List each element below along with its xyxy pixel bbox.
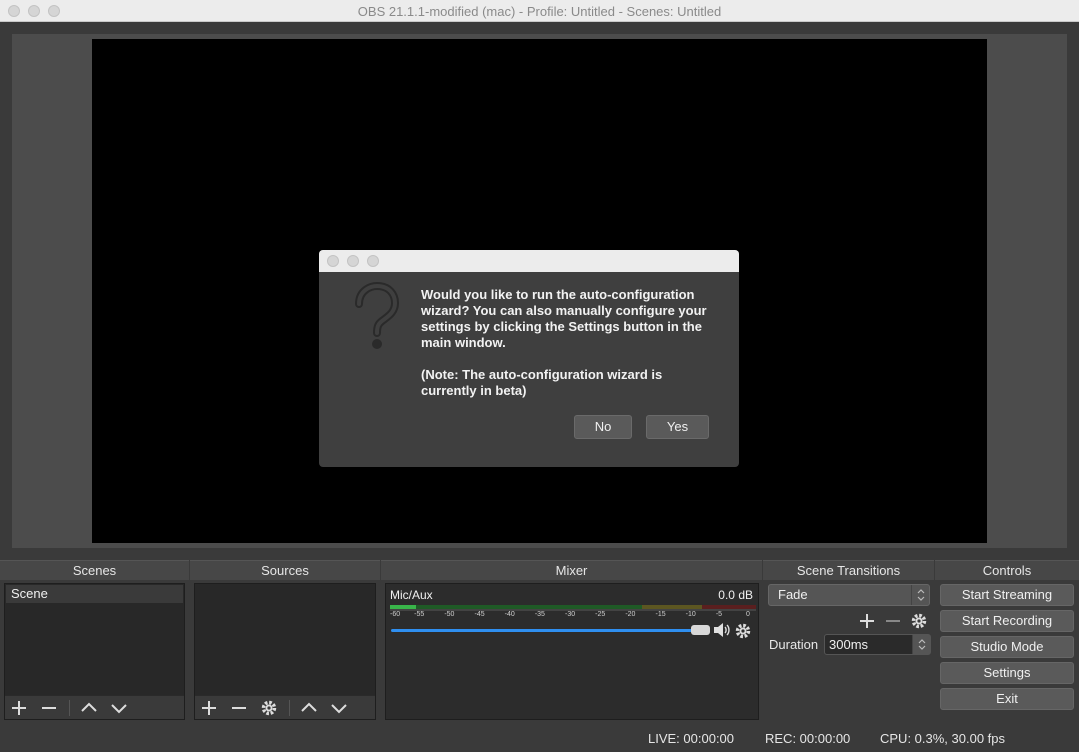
sources-header: Sources <box>190 560 380 580</box>
cpu-status: CPU: 0.3%, 30.00 fps <box>880 731 1006 746</box>
meter-tick-label: -35 <box>534 611 545 618</box>
scenes-header: Scenes <box>0 560 189 580</box>
scenes-panel: Scene <box>4 583 185 720</box>
toolbar-divider <box>69 700 70 716</box>
meter-tick-label: -25 <box>595 611 606 618</box>
meter-tick-label: -55 <box>414 611 425 618</box>
gear-icon[interactable] <box>734 622 752 640</box>
mixer-header: Mixer <box>381 560 762 580</box>
add-transition-icon[interactable] <box>858 612 876 630</box>
exit-button[interactable]: Exit <box>940 688 1074 710</box>
mixer-panel: Mic/Aux 0.0 dB -60 -55 -50 -45 -40 -35 -30 -25-… <box>385 583 759 720</box>
dialog-note-text: (Note: The auto-configuration wizard is … <box>421 367 663 398</box>
meter-tick-label: -40 <box>504 611 515 618</box>
gear-icon[interactable] <box>260 699 278 717</box>
move-source-down-icon[interactable] <box>330 699 348 717</box>
dialog-question-text: Would you like to run the auto-configura… <box>421 287 707 350</box>
meter-tick-label: -5 <box>715 611 723 618</box>
transition-select-value: Fade <box>778 587 808 602</box>
no-button[interactable]: No <box>574 415 632 439</box>
remove-transition-icon[interactable] <box>884 612 902 630</box>
scenes-toolbar <box>5 695 184 719</box>
mixer-channel-name: Mic/Aux <box>390 588 433 602</box>
dialog-close-button[interactable] <box>327 255 339 267</box>
start-streaming-button[interactable]: Start Streaming <box>940 584 1074 606</box>
transition-select[interactable]: Fade <box>768 584 930 606</box>
auto-config-dialog: Would you like to run the auto-configura… <box>319 250 739 467</box>
question-icon <box>355 282 400 349</box>
move-scene-down-icon[interactable] <box>110 699 128 717</box>
remove-source-icon[interactable] <box>230 699 248 717</box>
meter-tick-label: -10 <box>685 611 696 618</box>
controls-header: Controls <box>935 560 1079 580</box>
toolbar-divider <box>289 700 290 716</box>
move-source-up-icon[interactable] <box>300 699 318 717</box>
live-status: LIVE: 00:00:00 <box>648 731 735 746</box>
meter-scale: -60 -55 -50 -45 -40 -35 -30 -25 -20 -15 -10 -5 0 <box>390 611 756 621</box>
chevron-updown-icon[interactable] <box>912 635 930 654</box>
move-scene-up-icon[interactable] <box>80 699 98 717</box>
gear-icon[interactable] <box>910 612 928 630</box>
start-recording-button[interactable]: Start Recording <box>940 610 1074 632</box>
window-title: OBS 21.1.1-modified (mac) - Profile: Unt… <box>357 4 722 19</box>
duration-spinbox[interactable]: 300ms <box>824 634 931 655</box>
duration-value: 300ms <box>829 637 869 652</box>
meter-tick-label: -15 <box>655 611 666 618</box>
rec-status: REC: 00:00:00 <box>765 731 851 746</box>
meter-tick-label: -50 <box>444 611 455 618</box>
mixer-level-readout: 0.0 dB <box>718 588 753 602</box>
volume-slider-handle[interactable] <box>691 625 710 635</box>
yes-button[interactable]: Yes <box>646 415 709 439</box>
dialog-minimize-button[interactable] <box>347 255 359 267</box>
scene-list-item[interactable]: Scene <box>6 585 183 603</box>
volume-slider-track[interactable] <box>391 629 697 632</box>
studio-mode-button[interactable]: Studio Mode <box>940 636 1074 658</box>
chevron-updown-icon <box>911 585 929 605</box>
sources-panel <box>194 583 376 720</box>
window-titlebar: OBS 21.1.1-modified (mac) - Profile: Unt… <box>0 0 1079 22</box>
add-source-icon[interactable] <box>200 699 218 717</box>
meter-tick-label: -45 <box>474 611 485 618</box>
meter-tick-label: -20 <box>625 611 636 618</box>
meter-tick-label: 0 <box>746 611 750 618</box>
settings-button[interactable]: Settings <box>940 662 1074 684</box>
dialog-titlebar <box>319 250 739 272</box>
meter-tick-label: -30 <box>565 611 576 618</box>
add-scene-icon[interactable] <box>10 699 28 717</box>
dialog-zoom-button[interactable] <box>367 255 379 267</box>
remove-scene-icon[interactable] <box>40 699 58 717</box>
dialog-message: Would you like to run the auto-configura… <box>421 287 721 415</box>
transitions-header: Scene Transitions <box>763 560 934 580</box>
sources-toolbar <box>195 695 375 719</box>
meter-tick-label: -60 <box>390 611 401 618</box>
duration-label: Duration <box>769 637 819 652</box>
speaker-icon[interactable] <box>713 622 731 638</box>
